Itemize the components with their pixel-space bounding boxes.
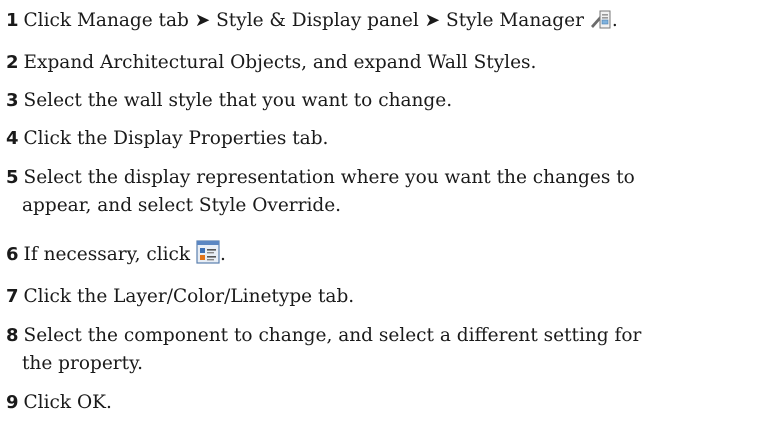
step-text: If necessary, click	[23, 244, 191, 265]
step-text: Expand Architectural Objects, and expand…	[23, 52, 537, 73]
step-text: Select the wall style that you want to c…	[23, 90, 453, 111]
step-9: 9 Click OK.	[6, 388, 112, 418]
step-text-end: .	[220, 244, 226, 265]
step-2: 2 Expand Architectural Objects, and expan…	[6, 48, 536, 78]
step-number: 5	[6, 167, 19, 188]
step-4: 4 Click the Display Properties tab.	[6, 124, 328, 154]
step-text: Select the display representation where …	[23, 167, 635, 188]
step-1: 1 Click Manage tab ➤ Style & Display pane…	[6, 6, 618, 40]
step-text: Select the component to change, and sele…	[23, 325, 642, 346]
style-manager-icon	[590, 8, 612, 40]
step-text-end: .	[611, 10, 618, 31]
edit-display-properties-icon	[196, 240, 220, 274]
step-number: 8	[6, 325, 19, 346]
step-5: 5 Select the display representation where…	[6, 163, 635, 193]
step-7: 7 Click the Layer/Color/Linetype tab.	[6, 282, 354, 312]
step-number: 4	[6, 128, 19, 149]
step-number: 3	[6, 90, 19, 111]
step-6: 6 If necessary, click .	[6, 240, 226, 274]
step-text: Click the Display Properties tab.	[23, 128, 329, 149]
step-number: 7	[6, 286, 19, 307]
step-number: 9	[6, 392, 19, 413]
step-5-continuation: appear, and select Style Override.	[22, 195, 342, 216]
step-text: Click Manage tab ➤ Style & Display panel…	[23, 10, 584, 31]
step-text: Click OK.	[23, 392, 112, 413]
help-page: { "steps": [ {"num": "1", "text_a": "Cli…	[0, 0, 757, 430]
step-8: 8 Select the component to change, and sel…	[6, 321, 641, 351]
step-8-continuation: the property.	[22, 353, 143, 374]
step-3: 3 Select the wall style that you want to …	[6, 86, 452, 116]
step-number: 1	[6, 10, 19, 31]
step-number: 2	[6, 52, 19, 73]
step-number: 6	[6, 244, 19, 265]
step-text: Click the Layer/Color/Linetype tab.	[23, 286, 355, 307]
